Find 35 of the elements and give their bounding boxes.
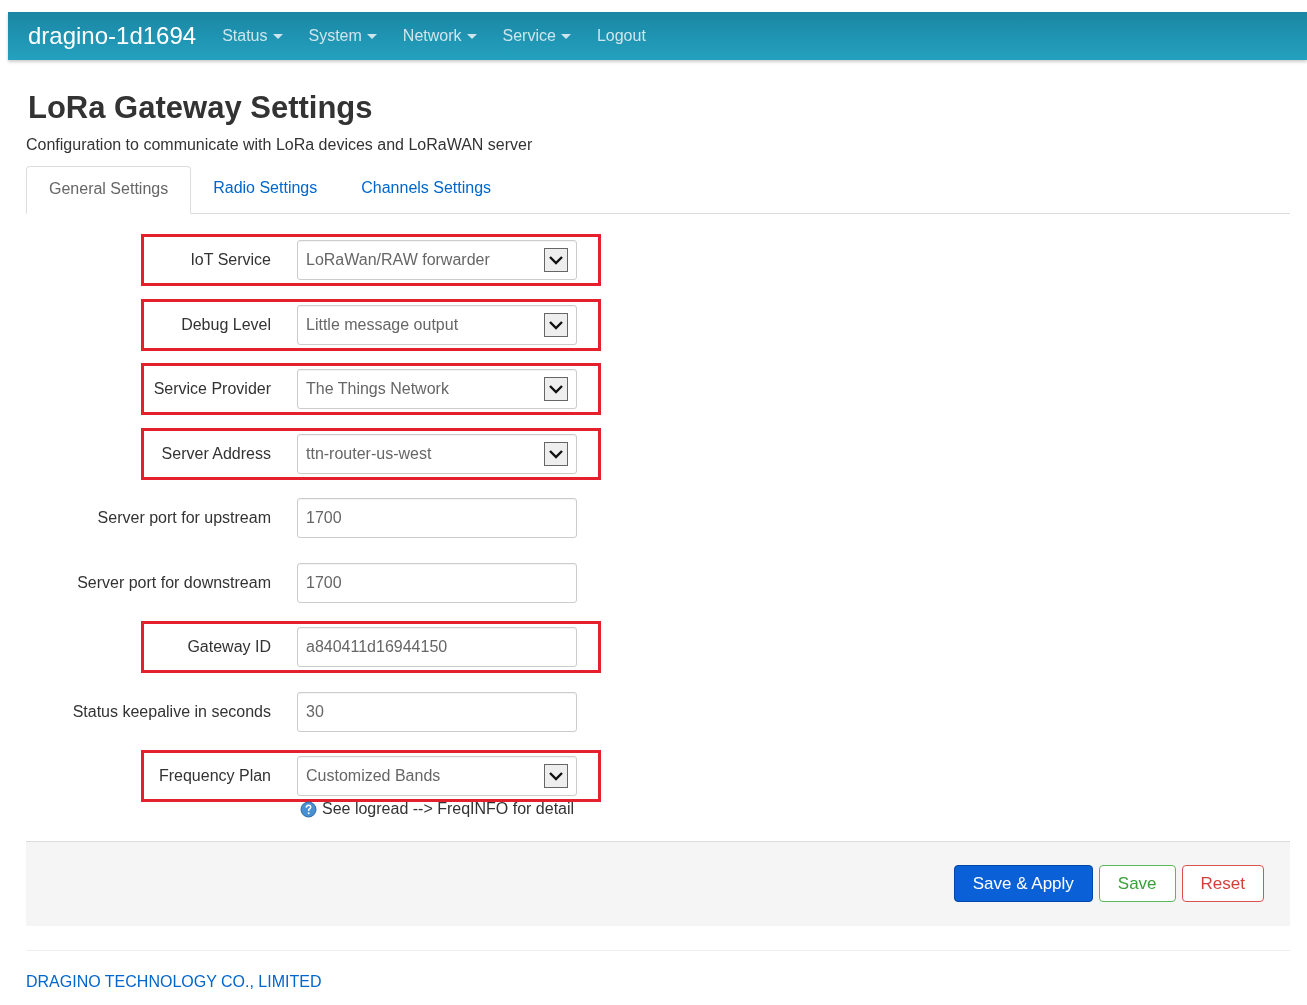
field-label: Status keepalive in seconds xyxy=(71,702,271,721)
select-field[interactable]: Little message output xyxy=(297,304,577,345)
dropdown-icon xyxy=(544,248,568,272)
input-field[interactable]: a840411d16944150 xyxy=(297,627,577,667)
field-label: Server port for downstream xyxy=(76,573,271,592)
dropdown-icon xyxy=(544,312,568,337)
action-button[interactable]: Reset xyxy=(1181,865,1264,902)
brand-title[interactable]: dragino-1d1694 xyxy=(28,22,197,50)
field-label: Service Provider xyxy=(152,380,271,398)
tab[interactable]: Radio Settings xyxy=(191,166,340,214)
input-field[interactable]: 1700 xyxy=(297,562,577,603)
field-label: Frequency Plan xyxy=(157,767,271,785)
field-label: IoT Service xyxy=(189,251,271,269)
page-description: Configuration to communicate with LoRa devices and LoRaWAN server xyxy=(26,136,534,154)
tab[interactable]: General Settings xyxy=(26,166,192,214)
action-button[interactable]: Save xyxy=(1098,865,1176,902)
dropdown-icon xyxy=(544,377,568,401)
hint-text: See logread --> FreqINFO for detail xyxy=(322,800,575,818)
field-label: Debug Level xyxy=(180,315,271,334)
action-button[interactable]: Save & Apply xyxy=(953,865,1093,902)
help-icon xyxy=(300,800,317,818)
footer-link[interactable]: DRAGINO TECHNOLOGY CO., LIMITED xyxy=(26,972,322,990)
field-label: Server Address xyxy=(160,444,271,463)
select-field[interactable]: The Things Network xyxy=(297,369,577,409)
tab[interactable]: Channels Settings xyxy=(339,166,514,214)
field-label: Server port for upstream xyxy=(96,509,271,527)
input-field[interactable]: 30 xyxy=(297,691,577,732)
dropdown-icon xyxy=(544,441,568,466)
field-label: Gateway ID xyxy=(186,638,271,656)
dropdown-icon xyxy=(544,764,568,788)
select-field[interactable]: ttn-router-us-west xyxy=(297,433,577,474)
select-field[interactable]: LoRaWan/RAW forwarder xyxy=(297,240,577,280)
input-field[interactable]: 1700 xyxy=(297,498,577,538)
select-field[interactable]: Customized Bands xyxy=(297,756,577,796)
page-title: LoRa Gateway Settings xyxy=(28,90,374,126)
